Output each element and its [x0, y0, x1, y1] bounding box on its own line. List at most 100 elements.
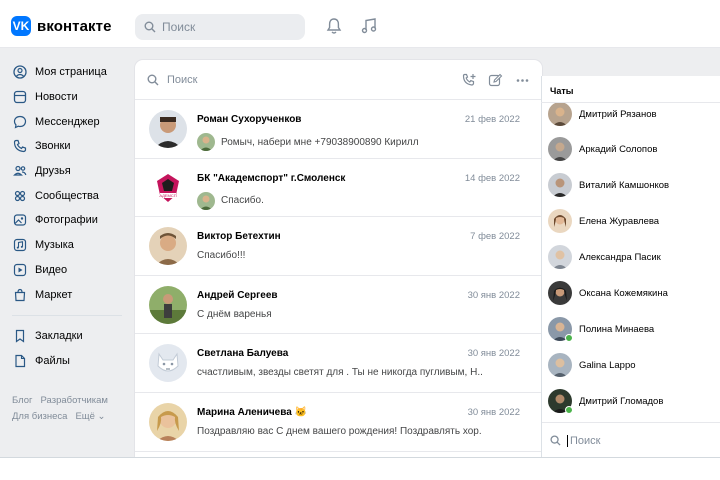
- chat-contact[interactable]: Galina Lappo: [542, 347, 720, 383]
- footer-link-blog[interactable]: Блог: [12, 395, 33, 406]
- conversation-preview: Спасибо!!!: [197, 250, 482, 261]
- avatar: [548, 209, 572, 233]
- call-add-icon[interactable]: [461, 72, 477, 88]
- conversation-row[interactable]: Марина Аленичева 🐱 30 янв 2022 Поздравля…: [135, 393, 542, 452]
- bell-icon[interactable]: [324, 16, 344, 36]
- chats-search-input[interactable]: [567, 434, 687, 447]
- avatar: [548, 317, 573, 342]
- conversation-name: Роман Сухорученков: [197, 114, 302, 125]
- nav-item-label: Закладки: [35, 330, 83, 343]
- friends-icon: [12, 163, 28, 179]
- user-circle-icon: [12, 64, 28, 80]
- communities-icon: [12, 188, 28, 204]
- avatar: [548, 245, 572, 269]
- chat-contact[interactable]: Елена Журавлева: [542, 203, 720, 239]
- music-icon: [12, 237, 28, 253]
- avatar: [548, 102, 572, 126]
- nav-item-market[interactable]: Маркет: [0, 282, 125, 307]
- conversation-name: БК "Академспорт" г.Смоленск: [197, 172, 346, 184]
- footer-link-more[interactable]: Ещё ⌄: [75, 411, 105, 422]
- avatar: [548, 137, 572, 161]
- chat-contact[interactable]: Александра Пасик: [542, 239, 720, 275]
- contact-name: Оксана Кожемякина: [579, 287, 668, 299]
- nav-item-label: Видео: [35, 263, 68, 276]
- nav-item-label: Сообщества: [35, 189, 99, 202]
- search-icon: [147, 74, 159, 85]
- conversation-row[interactable]: Роман Сухорученков 21 фев 2022 Ромыч, на…: [135, 100, 542, 159]
- conversation-row[interactable]: Андрей Сергеев 30 янв 2022 С днём варень…: [135, 276, 542, 335]
- online-indicator: [565, 406, 573, 414]
- header-search-input[interactable]: [162, 20, 282, 34]
- contact-name: Полина Минаева: [579, 323, 655, 335]
- nav-item-label: Новости: [35, 91, 78, 104]
- compose-icon[interactable]: [487, 72, 503, 88]
- chat-contact[interactable]: Полина Минаева: [542, 311, 720, 347]
- conversation-preview: Спасибо.: [197, 191, 482, 210]
- nav-item-label: Моя страница: [35, 66, 107, 79]
- avatar: [149, 110, 187, 148]
- chats-search[interactable]: [542, 422, 720, 457]
- nav-item-label: Музыка: [35, 239, 74, 252]
- conversation-message: Ромыч, набери мне +79038900890 Кирилл: [221, 136, 419, 148]
- conversation-message: Спасибо!!!: [197, 250, 246, 262]
- nav-item-photos[interactable]: Фотографии: [0, 208, 125, 233]
- nav-item-files[interactable]: Файлы: [0, 349, 125, 374]
- search-icon: [550, 435, 561, 446]
- news-icon: [12, 89, 28, 105]
- vk-logo[interactable]: VK вконтакте: [11, 16, 112, 36]
- top-header: VK вконтакте: [0, 0, 720, 48]
- search-icon: [144, 21, 156, 33]
- conversation-message: Спасибо.: [221, 195, 264, 207]
- header-search[interactable]: [135, 14, 305, 40]
- contact-name: Елена Журавлева: [579, 215, 660, 227]
- music-note-icon[interactable]: [359, 16, 379, 36]
- nav-item-friends[interactable]: Друзья: [0, 159, 125, 184]
- conversation-date: 7 фев 2022: [470, 231, 520, 243]
- conversation-message: счастливым, звезды светят для . Ты не ни…: [197, 367, 482, 379]
- nav-item-music[interactable]: Музыка: [0, 233, 125, 258]
- conversation-message: Поздравляю вас С днем вашего рождения! П…: [197, 425, 482, 437]
- brand-name: вконтакте: [37, 17, 112, 35]
- vk-window: VK вконтакте Моя страница Новости Мессен…: [0, 0, 720, 458]
- nav-item-video[interactable]: Видео: [0, 258, 125, 283]
- avatar: [149, 344, 187, 383]
- conversation-name: Светлана Балуева: [197, 348, 289, 360]
- nav-divider: [12, 314, 122, 316]
- nav-item-bookmarks[interactable]: Закладки: [0, 324, 125, 349]
- photo-icon: [12, 212, 28, 228]
- video-icon: [12, 262, 28, 278]
- conversation-row[interactable]: АДЕМСП БК "Академспорт" г.Смоленск 14 фе…: [135, 159, 542, 218]
- contact-name: Виталий Камшонков: [579, 179, 670, 191]
- conversation-preview: счастливым, звезды светят для . Ты не ни…: [197, 367, 482, 378]
- conversation-row[interactable]: Виктор Бетехтин 7 фев 2022 Спасибо!!!: [135, 217, 542, 276]
- nav-item-my-page[interactable]: Моя страница: [0, 60, 125, 85]
- footer-link-developers[interactable]: Разработчикам: [41, 395, 108, 406]
- chat-contact[interactable]: Дмитрий Гломадов: [542, 383, 720, 419]
- nav-item-communities[interactable]: Сообщества: [0, 183, 125, 208]
- messenger-search[interactable]: [135, 60, 542, 100]
- conversation-preview: С днём варенья: [197, 309, 482, 320]
- nav-item-calls[interactable]: Звонки: [0, 134, 125, 159]
- more-icon[interactable]: [514, 72, 530, 88]
- conversation-row[interactable]: Светлана Балуева 30 янв 2022 счастливым,…: [135, 334, 542, 393]
- avatar: [548, 173, 572, 197]
- contact-name: Дмитрий Рязанов: [579, 108, 657, 120]
- message-bubble-icon: [12, 114, 28, 130]
- chat-contact[interactable]: Аркадий Солопов: [542, 131, 720, 167]
- chat-contact[interactable]: Виталий Камшонков: [542, 167, 720, 203]
- svg-text:АДЕМСП: АДЕМСП: [159, 193, 176, 198]
- nav-item-news[interactable]: Новости: [0, 85, 125, 110]
- footer-link-business[interactable]: Для бизнеса: [12, 411, 67, 422]
- nav-item-label: Звонки: [35, 140, 71, 153]
- messenger-search-input[interactable]: [167, 73, 367, 86]
- chat-contact[interactable]: Оксана Кожемякина: [542, 275, 720, 311]
- avatar: [149, 227, 187, 266]
- conversation-preview: Ромыч, набери мне +79038900890 Кирилл: [197, 133, 482, 151]
- conversation-name: Андрей Сергеев: [197, 289, 278, 301]
- contact-name: Аркадий Солопов: [579, 143, 658, 155]
- avatar: [548, 281, 572, 305]
- nav-item-messenger[interactable]: Мессенджер: [0, 109, 125, 134]
- chats-title: Чаты: [550, 86, 574, 96]
- conversation-name: Виктор Бетехтин: [197, 231, 281, 243]
- chats-sidebar: Чаты Дмитрий Рязанов Аркадий Солопов Вит…: [541, 76, 720, 457]
